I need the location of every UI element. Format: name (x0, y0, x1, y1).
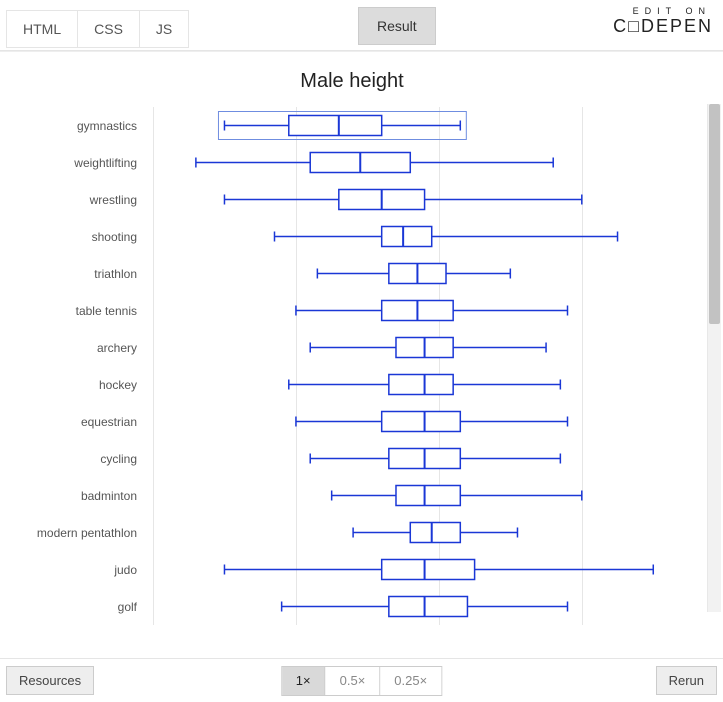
tab-js[interactable]: JS (140, 11, 188, 47)
chart-row[interactable]: wrestling (5, 181, 699, 218)
zoom-option[interactable]: 0.5× (326, 667, 381, 695)
category-label: equestrian (5, 415, 137, 429)
category-label: hockey (5, 378, 137, 392)
chart-row[interactable]: triathlon (5, 255, 699, 292)
category-label: cycling (5, 452, 137, 466)
chart-row[interactable]: hockey (5, 366, 699, 403)
chart-row[interactable]: badminton (5, 477, 699, 514)
code-tabs: HTML CSS JS (6, 10, 189, 48)
bottom-toolbar: Resources 1×0.5×0.25× Rerun (0, 658, 723, 702)
preview-pane: Male height gymnastics weightlifting wrest… (0, 51, 723, 658)
tab-css[interactable]: CSS (78, 11, 140, 47)
chart-row[interactable]: judo (5, 551, 699, 588)
edit-on-label: EDIT ON (613, 6, 713, 16)
zoom-level-group: 1×0.5×0.25× (281, 666, 442, 696)
category-label: weightlifting (5, 156, 137, 170)
box-plot[interactable]: gymnastics weightlifting wrestling shooting… (5, 107, 699, 625)
rerun-button[interactable]: Rerun (656, 666, 717, 695)
resources-button[interactable]: Resources (6, 666, 94, 695)
zoom-option[interactable]: 1× (282, 667, 326, 695)
chart-row[interactable]: golf (5, 588, 699, 625)
chart-title: Male height (5, 52, 699, 97)
codepen-logo: C□DEPEN (613, 16, 713, 37)
scrollbar-thumb[interactable] (709, 104, 720, 324)
category-label: judo (5, 563, 137, 577)
category-label: badminton (5, 489, 137, 503)
chart-row[interactable]: gymnastics (5, 107, 699, 144)
tab-result[interactable]: Result (358, 7, 436, 45)
chart-row[interactable]: table tennis (5, 292, 699, 329)
vertical-scrollbar[interactable] (707, 104, 721, 612)
category-label: table tennis (5, 304, 137, 318)
category-label: shooting (5, 230, 137, 244)
chart-row[interactable]: shooting (5, 218, 699, 255)
tab-html[interactable]: HTML (7, 11, 78, 47)
category-label: modern pentathlon (5, 526, 137, 540)
zoom-option[interactable]: 0.25× (380, 667, 441, 695)
edit-on-codepen[interactable]: EDIT ON C□DEPEN (613, 6, 713, 37)
editor-tabbar: HTML CSS JS Result EDIT ON C□DEPEN (0, 0, 723, 51)
category-label: golf (5, 600, 137, 614)
chart-row[interactable]: archery (5, 329, 699, 366)
category-label: archery (5, 341, 137, 355)
chart-row[interactable]: modern pentathlon (5, 514, 699, 551)
category-label: triathlon (5, 267, 137, 281)
chart-row[interactable]: weightlifting (5, 144, 699, 181)
chart-row[interactable]: cycling (5, 440, 699, 477)
category-label: gymnastics (5, 119, 137, 133)
category-label: wrestling (5, 193, 137, 207)
chart-row[interactable]: equestrian (5, 403, 699, 440)
